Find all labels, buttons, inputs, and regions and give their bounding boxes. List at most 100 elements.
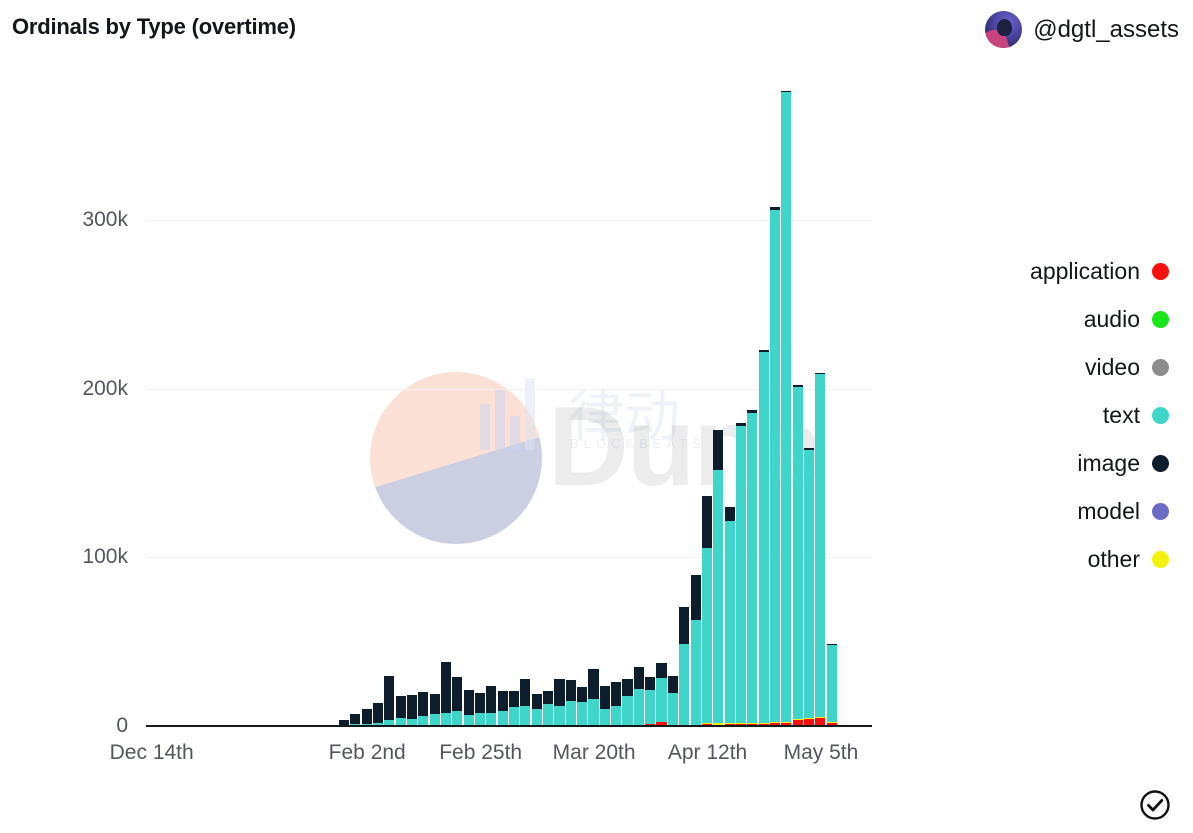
bar-column[interactable] — [713, 430, 724, 726]
bar-column[interactable] — [474, 693, 486, 726]
legend-label: other — [1087, 546, 1140, 572]
bar-column[interactable] — [452, 677, 463, 726]
bar-column[interactable] — [554, 678, 565, 726]
bar-column[interactable] — [792, 385, 803, 726]
legend-color-dot — [1152, 311, 1169, 328]
bar-segment-image — [724, 507, 735, 521]
x-axis-tick-label: Feb 25th — [439, 741, 523, 764]
bar-column[interactable] — [656, 662, 667, 726]
legend-item-model[interactable]: model — [1077, 498, 1169, 525]
bar-segment-text — [509, 707, 520, 726]
bar-column[interactable] — [577, 687, 588, 726]
bar-segment-image — [656, 662, 667, 678]
bar-segment-image — [565, 680, 576, 701]
bar-segment-text — [543, 704, 554, 726]
bar-segment-text — [497, 710, 508, 726]
page-title: Ordinals by Type (overtime) — [12, 14, 296, 39]
bar-column[interactable] — [520, 678, 531, 726]
legend-color-dot — [1152, 503, 1169, 520]
bar-segment-image — [622, 678, 633, 696]
bar-segment-image — [679, 606, 690, 644]
bar-column[interactable] — [633, 666, 644, 726]
bar-column[interactable] — [826, 643, 837, 726]
bar-segment-image — [667, 675, 678, 693]
bar-segment-image — [577, 687, 588, 703]
bar-segment-image — [645, 676, 656, 691]
bar-column[interactable] — [372, 702, 384, 726]
bar-segment-text — [667, 692, 678, 725]
bar-column[interactable] — [429, 693, 440, 726]
legend-item-audio[interactable]: audio — [1084, 306, 1169, 333]
bar-column[interactable] — [418, 692, 429, 726]
bar-segment-image — [418, 692, 429, 716]
bar-segment-text — [769, 209, 781, 723]
check-circle-icon[interactable] — [1139, 789, 1171, 821]
author-block[interactable]: @dgtl_assets — [985, 11, 1179, 48]
bar-segment-image — [497, 690, 508, 711]
bar-segment-image — [690, 574, 701, 621]
bar-segment-text — [758, 351, 769, 723]
bar-segment-text — [611, 705, 622, 726]
bar-column[interactable] — [406, 695, 418, 726]
bar-column[interactable] — [747, 410, 758, 726]
bar-column[interactable] — [781, 90, 792, 726]
bar-segment-text — [565, 700, 576, 726]
bar-segment-image — [543, 690, 554, 705]
bar-column[interactable] — [724, 507, 735, 726]
bar-column[interactable] — [769, 207, 781, 726]
bar-column[interactable] — [463, 689, 474, 726]
bar-column[interactable] — [588, 668, 599, 726]
bar-segment-text — [531, 709, 542, 726]
bar-segment-text — [633, 688, 644, 726]
bar-column[interactable] — [395, 695, 406, 726]
bar-segment-text — [803, 449, 815, 718]
legend-item-application[interactable]: application — [1030, 258, 1169, 285]
bar-segment-text — [826, 644, 837, 723]
legend-item-image[interactable]: image — [1077, 450, 1169, 477]
bar-column[interactable] — [690, 574, 701, 726]
bar-segment-text — [679, 643, 690, 725]
bar-column[interactable] — [361, 708, 372, 726]
bar-column[interactable] — [497, 690, 508, 726]
bar-column[interactable] — [611, 682, 622, 726]
bar-segment-image — [486, 685, 497, 713]
legend-label: image — [1077, 450, 1140, 476]
x-axis-tick-label: Mar 20th — [552, 741, 636, 764]
legend-label: model — [1077, 498, 1140, 524]
bar-column[interactable] — [599, 685, 610, 726]
bar-column[interactable] — [531, 693, 542, 726]
legend-item-text[interactable]: text — [1103, 402, 1169, 429]
bar-column[interactable] — [384, 676, 395, 726]
bar-column[interactable] — [486, 685, 497, 726]
bar-column[interactable] — [758, 349, 769, 726]
bar-column[interactable] — [679, 606, 690, 726]
bar-series-container — [146, 80, 872, 726]
legend-item-other[interactable]: other — [1088, 546, 1169, 573]
legend-item-video[interactable]: video — [1085, 354, 1169, 381]
bar-column[interactable] — [565, 680, 576, 726]
bar-column[interactable] — [735, 423, 747, 726]
bar-column[interactable] — [815, 373, 826, 726]
bar-column[interactable] — [667, 675, 678, 726]
bar-column[interactable] — [622, 678, 633, 726]
bar-segment-text — [577, 702, 588, 726]
bar-segment-image — [701, 495, 712, 548]
bar-column[interactable] — [645, 676, 656, 726]
bar-segment-image — [599, 685, 610, 710]
bar-segment-image — [350, 713, 361, 725]
bar-column[interactable] — [440, 661, 452, 726]
bar-segment-text — [815, 374, 826, 717]
bar-segment-text — [713, 470, 724, 724]
bar-segment-image — [395, 695, 406, 718]
bar-segment-image — [474, 693, 486, 714]
bar-column[interactable] — [803, 448, 815, 726]
bar-column[interactable] — [509, 690, 520, 726]
legend-color-dot — [1152, 359, 1169, 376]
bar-column[interactable] — [543, 690, 554, 726]
x-axis-line — [146, 725, 872, 727]
legend-label: application — [1030, 258, 1140, 284]
bar-segment-image — [429, 693, 440, 715]
y-axis-tick-label: 100k — [82, 545, 128, 569]
bar-column[interactable] — [701, 495, 712, 726]
bar-segment-text — [622, 695, 633, 726]
